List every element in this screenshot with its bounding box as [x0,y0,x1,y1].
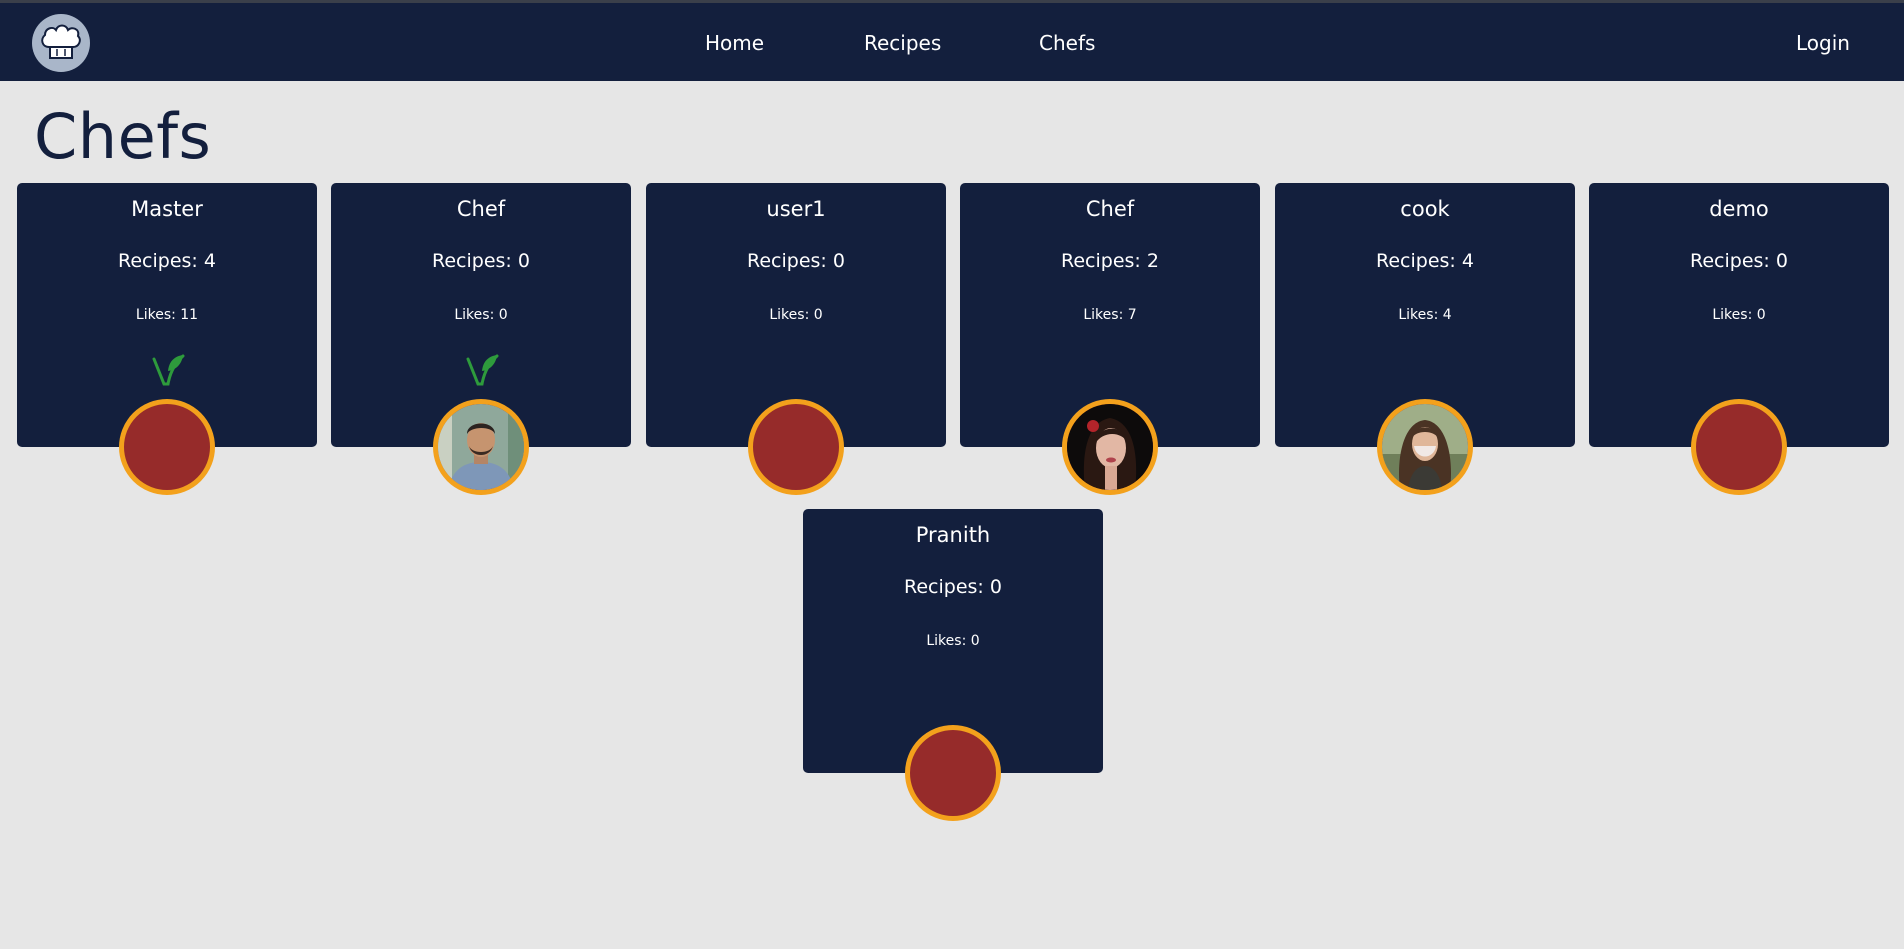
chef-card[interactable]: demo Recipes: 0 Likes: 0 [1589,183,1889,495]
navbar: Home Recipes Chefs Login [0,3,1904,81]
avatar-photo [433,399,529,495]
avatar-placeholder [119,399,215,495]
chef-likes-count: Likes: 0 [454,307,508,323]
chef-likes-count: Likes: 7 [1083,307,1137,323]
login-link[interactable]: Login [1796,31,1850,55]
page-title: Chefs [34,100,212,173]
chef-recipes-count: Recipes: 0 [1690,250,1788,272]
chef-name: cook [1400,197,1450,221]
chef-name: Chef [456,197,506,221]
chef-card[interactable]: Chef Recipes: 2 Likes: 7 [960,183,1260,495]
chef-card[interactable]: Chef Recipes: 0 Likes: 0 [331,183,631,495]
chef-name: demo [1709,197,1769,221]
chef-name: Pranith [915,523,991,547]
chef-likes-count: Likes: 11 [135,307,199,323]
chef-recipes-count: Recipes: 2 [1061,250,1159,272]
chef-card[interactable]: user1 Recipes: 0 Likes: 0 [646,183,946,495]
avatar-placeholder [1691,399,1787,495]
chef-likes-count: Likes: 0 [926,633,980,649]
chef-recipes-count: Recipes: 4 [118,250,216,272]
chef-recipes-count: Recipes: 0 [432,250,530,272]
chef-likes-count: Likes: 4 [1398,307,1452,323]
nav-home-link[interactable]: Home [705,31,764,55]
chef-name: Master [131,197,203,221]
vegetarian-leaf-icon [466,354,499,386]
chef-recipes-count: Recipes: 0 [904,576,1002,598]
chef-card[interactable]: Master Recipes: 4 Likes: 11 [17,183,317,495]
nav-links: Home Recipes Chefs Login [0,3,1904,81]
chef-name: user1 [766,197,826,221]
chef-likes-count: Likes: 0 [1712,307,1766,323]
woman-mask-portrait-icon [1382,404,1468,490]
avatar-placeholder [748,399,844,495]
nav-chefs-link[interactable]: Chefs [1039,31,1095,55]
vegetarian-leaf-icon [152,354,185,386]
chef-recipes-count: Recipes: 4 [1376,250,1474,272]
chef-recipes-count: Recipes: 0 [747,250,845,272]
chef-name: Chef [1085,197,1135,221]
avatar-photo [1377,399,1473,495]
man-portrait-icon [438,404,524,490]
nav-recipes-link[interactable]: Recipes [864,31,941,55]
chef-card[interactable]: Pranith Recipes: 0 Likes: 0 [803,509,1103,821]
chef-likes-count: Likes: 0 [769,307,823,323]
avatar-placeholder [905,725,1001,821]
woman-portrait-icon [1067,404,1153,490]
avatar-photo [1062,399,1158,495]
chef-card[interactable]: cook Recipes: 4 Likes: 4 [1275,183,1575,495]
